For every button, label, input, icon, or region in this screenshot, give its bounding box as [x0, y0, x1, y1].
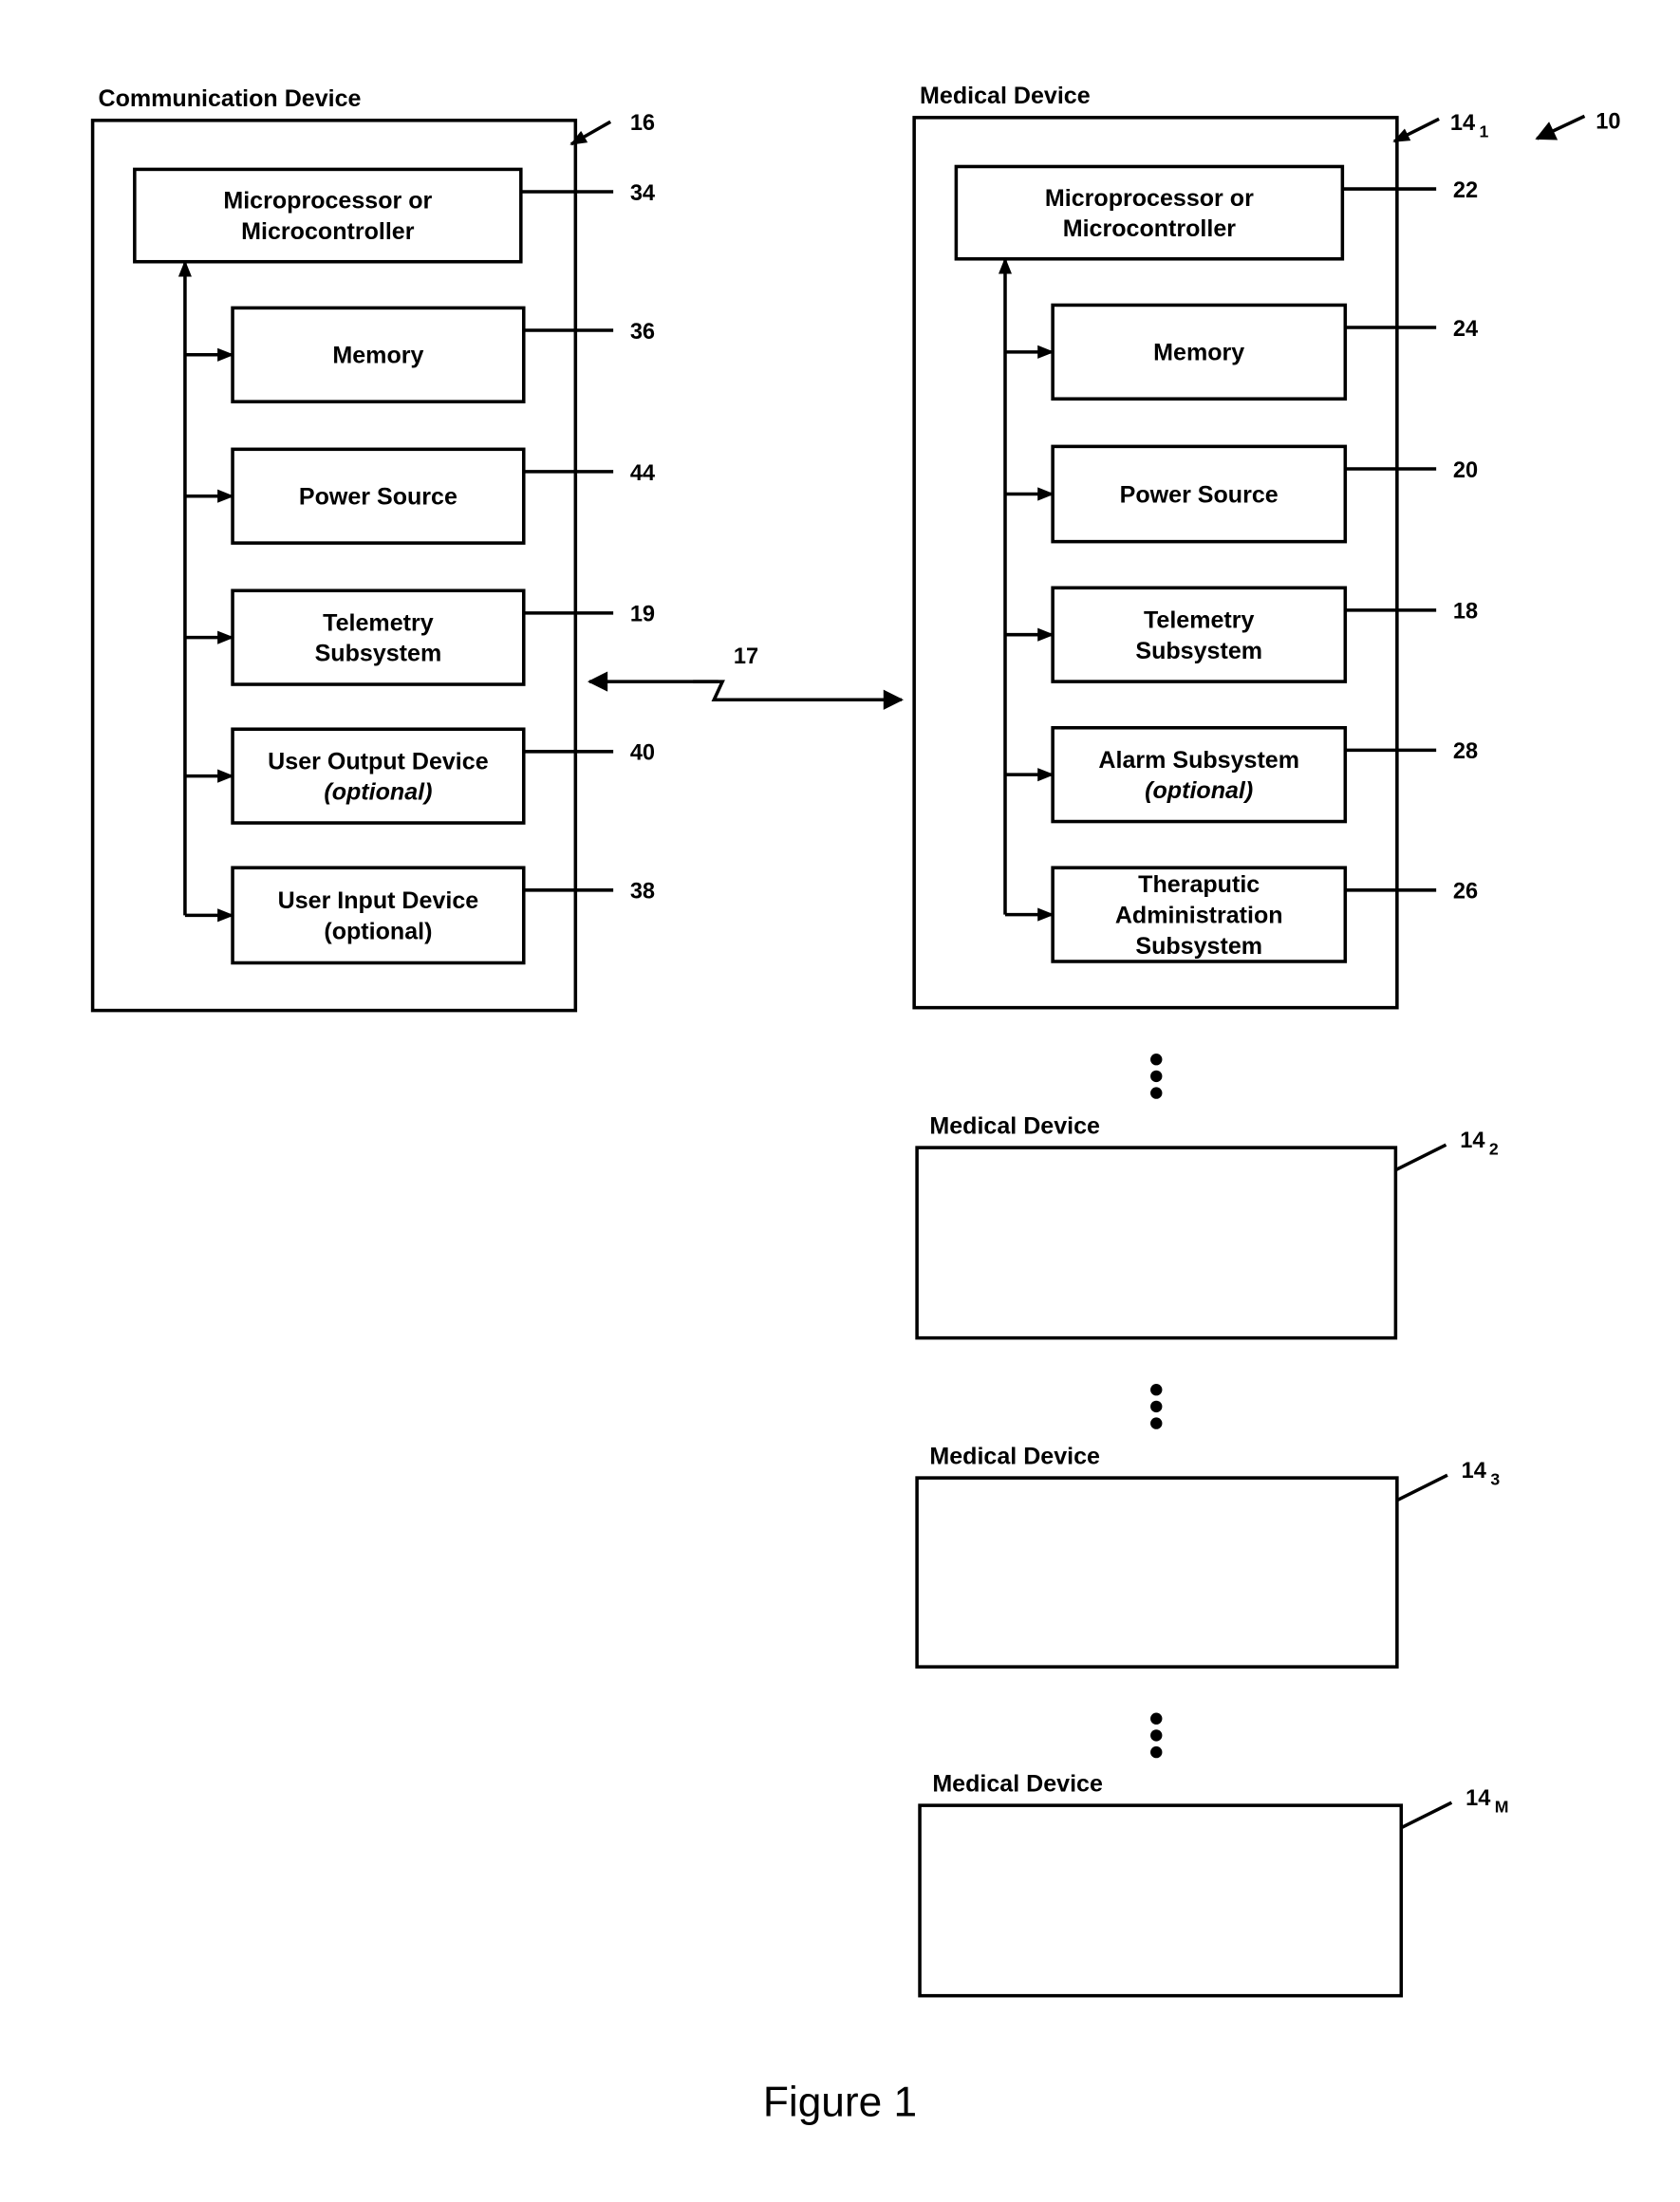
communication-device-block-1-ref-number: 34 [630, 180, 655, 205]
medical-device-1-block-5 [1051, 725, 1348, 824]
ellipsis-dot [1150, 1087, 1163, 1099]
medical-device-2-title: Medical Device [929, 1112, 1100, 1139]
block-diagram: Communication Device Microprocessor or Mic… [90, 83, 1620, 2125]
medical-device-1-block-1-ref-number: 22 [1453, 177, 1478, 202]
ellipsis-dot [1150, 1745, 1163, 1759]
medical-device-4-title: Medical Device [932, 1770, 1103, 1797]
medical-device-1-ref: 14 1 [1450, 110, 1489, 140]
communication-device-block-2-label: Memory [332, 343, 423, 369]
medical-device-2-ref-number: 14 [1460, 1128, 1484, 1152]
medical-device-1-block-2-label: Memory [1153, 340, 1244, 366]
ellipsis-dot [1150, 1384, 1163, 1396]
medical-device-3-box [915, 1476, 1399, 1669]
medical-device-1-block-3-label: Power Source [1120, 481, 1279, 508]
communication-device-ref-arrow [569, 120, 612, 146]
medical-device-1-block-1-label: Microprocessor or [1045, 185, 1254, 212]
medical-device-3-leader-line [1396, 1473, 1448, 1502]
medical-device-1-ref-number: 14 [1450, 110, 1475, 135]
vertical-ellipsis-icon [1150, 1384, 1163, 1429]
medical-device-4-ref-number: 14 [1465, 1785, 1490, 1810]
medical-device-1-ref-subscript: 1 [1480, 122, 1489, 141]
link-arrow-right [693, 680, 905, 710]
communication-device-block-6-ref-number: 38 [630, 879, 655, 904]
medical-device-1-title: Medical Device [920, 83, 1091, 109]
medical-device-3-ref-subscript: 3 [1490, 1469, 1500, 1488]
medical-device-1-block-5-label: (optional) [1145, 777, 1253, 804]
vertical-ellipsis-icon [1150, 1054, 1163, 1099]
medical-device-2-leader-line [1394, 1143, 1447, 1172]
medical-device-1-block-4-label: Subsystem [1135, 638, 1262, 664]
communication-device-block-1 [133, 167, 523, 264]
medical-device-1-block-3-ref-number: 20 [1453, 457, 1478, 482]
medical-device-1-block-6-label: Theraputic [1138, 871, 1260, 898]
medical-device-1-block-4-label: Telemetry [1144, 606, 1255, 633]
communication-device-title: Communication Device [99, 85, 362, 112]
medical-device-3-ref: 14 3 [1462, 1458, 1501, 1488]
communication-device-block-1-label: Microcontroller [241, 218, 415, 245]
vertical-ellipsis-icon [1150, 1712, 1163, 1759]
communication-device-block-5-label: User Output Device [268, 748, 489, 774]
ellipsis-dot [1150, 1400, 1163, 1413]
figure-caption: Figure 1 [763, 2079, 917, 2125]
communication-device-block-1-label: Microprocessor or [223, 188, 432, 215]
communication-device-block-2-ref-number: 36 [630, 319, 655, 344]
medical-device-4-ref: 14 M [1465, 1785, 1508, 1816]
communication-device-block-4 [231, 588, 526, 686]
medical-device-3-ref-number: 14 [1462, 1458, 1486, 1483]
medical-device-4-box [918, 1803, 1404, 1998]
ellipsis-dot [1150, 1729, 1163, 1742]
communication-device-block-3-label: Power Source [299, 484, 457, 511]
medical-device-1-block-1-label: Microcontroller [1063, 215, 1237, 242]
medical-device-4-ref-subscript: M [1495, 1798, 1509, 1817]
ellipsis-dot [1150, 1070, 1163, 1083]
communication-device-block-3-ref-number: 44 [630, 460, 655, 485]
ellipsis-dot [1150, 1054, 1163, 1066]
patent-figure: Communication Device Microprocessor or Mic… [0, 0, 1680, 2197]
system-ref-number: 10 [1596, 109, 1620, 134]
medical-device-1-block-4 [1051, 586, 1348, 683]
medical-device-1-block-6-label: Subsystem [1135, 933, 1262, 960]
communication-device-block-6-label: (optional) [324, 918, 432, 944]
communication-device-block-6-label: User Input Device [278, 887, 479, 914]
medical-device-1-block-5-label: Alarm Subsystem [1098, 747, 1299, 774]
communication-device-block-4-ref-number: 19 [630, 602, 655, 626]
medical-device-1-block-6-label: Administration [1115, 902, 1283, 928]
communication-device-block-5-ref-number: 40 [630, 740, 655, 765]
communication-device-block-6 [231, 866, 526, 965]
communication-device-block-5 [231, 727, 526, 825]
communication-device-block-5-label: (optional) [324, 779, 432, 806]
medical-device-2-box [915, 1146, 1398, 1340]
communication-device-ref-number: 16 [630, 110, 655, 135]
medical-device-1-block-4-ref-number: 18 [1453, 599, 1478, 624]
medical-device-1-ref-arrow [1392, 117, 1440, 143]
communication-device-block-4-label: Telemetry [323, 609, 434, 636]
link-ref-number: 17 [734, 644, 758, 668]
medical-device-2-ref: 14 2 [1460, 1128, 1499, 1158]
communication-device-block-4-label: Subsystem [315, 641, 442, 667]
medical-device-1-block-2-ref-number: 24 [1453, 316, 1478, 341]
medical-device-1-block-1 [954, 164, 1345, 261]
medical-device-3-title: Medical Device [929, 1443, 1100, 1469]
system-ref-arrow [1535, 114, 1586, 140]
medical-device-1-block-6-ref-number: 26 [1453, 879, 1478, 904]
medical-device-1-block-5-ref-number: 28 [1453, 738, 1478, 763]
ellipsis-dot [1150, 1712, 1163, 1725]
ellipsis-dot [1150, 1417, 1163, 1429]
medical-device-2-ref-subscript: 2 [1489, 1139, 1499, 1158]
medical-device-4-leader-line [1400, 1801, 1453, 1830]
